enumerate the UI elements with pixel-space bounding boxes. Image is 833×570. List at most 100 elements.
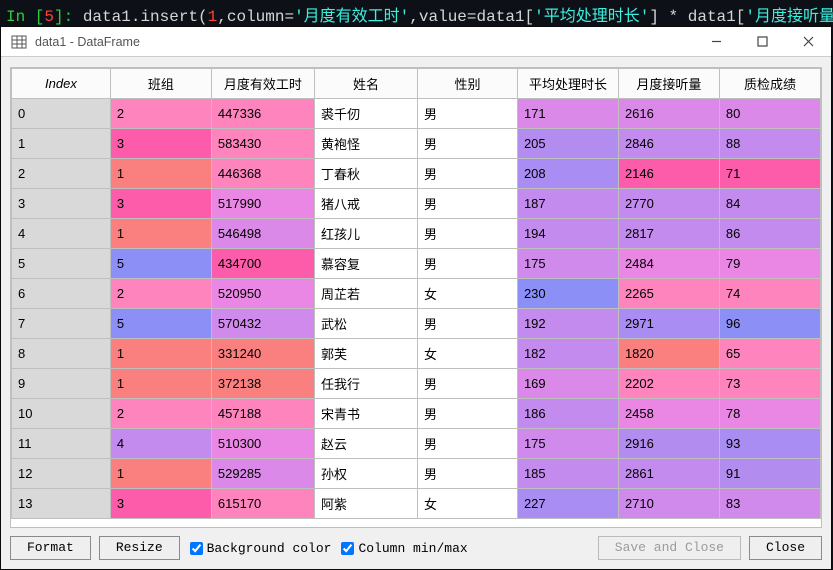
row-index[interactable]: 0 [12,99,111,129]
cell[interactable]: 2770 [618,189,719,219]
cell[interactable]: 2817 [618,219,719,249]
cell[interactable]: 2710 [618,489,719,519]
cell[interactable]: 205 [517,129,618,159]
cell[interactable]: 赵云 [314,429,417,459]
column-minmax-checkbox[interactable]: Column min/max [341,541,467,556]
table-row[interactable]: 55434700慕容复男175248479 [12,249,821,279]
row-index[interactable]: 11 [12,429,111,459]
cell[interactable]: 447336 [211,99,314,129]
cell[interactable]: 2146 [618,159,719,189]
col-header[interactable]: 性别 [418,69,518,99]
table-row[interactable]: 02447336裘千仞男171261680 [12,99,821,129]
table-row[interactable]: 102457188宋青书男186245878 [12,399,821,429]
table-row[interactable]: 121529285孙权男185286191 [12,459,821,489]
cell[interactable]: 517990 [211,189,314,219]
cell[interactable]: 79 [719,249,820,279]
cell[interactable]: 1820 [618,339,719,369]
cell[interactable]: 434700 [211,249,314,279]
cell[interactable]: 男 [418,309,518,339]
cell[interactable]: 武松 [314,309,417,339]
cell[interactable]: 2846 [618,129,719,159]
cell[interactable]: 546498 [211,219,314,249]
cell[interactable]: 男 [418,459,518,489]
titlebar[interactable]: data1 - DataFrame [1,27,831,57]
cell[interactable]: 2916 [618,429,719,459]
cell[interactable]: 男 [418,159,518,189]
cell[interactable]: 5 [110,309,211,339]
cell[interactable]: 2202 [618,369,719,399]
cell[interactable]: 520950 [211,279,314,309]
header-row[interactable]: Index 班组 月度有效工时 姓名 性别 平均处理时长 月度接听量 质检成绩 [12,69,821,99]
cell[interactable]: 丁春秋 [314,159,417,189]
cell[interactable]: 194 [517,219,618,249]
cell[interactable]: 3 [110,129,211,159]
cell[interactable]: 男 [418,399,518,429]
cell[interactable]: 615170 [211,489,314,519]
table-scroll[interactable]: Index 班组 月度有效工时 姓名 性别 平均处理时长 月度接听量 质检成绩 … [11,68,821,527]
cell[interactable]: 185 [517,459,618,489]
row-index[interactable]: 13 [12,489,111,519]
cell[interactable]: 88 [719,129,820,159]
col-header[interactable]: 平均处理时长 [517,69,618,99]
cell[interactable]: 91 [719,459,820,489]
cell[interactable]: 96 [719,309,820,339]
row-index[interactable]: 6 [12,279,111,309]
row-index[interactable]: 10 [12,399,111,429]
table-row[interactable]: 133615170阿紫女227271083 [12,489,821,519]
cell[interactable]: 230 [517,279,618,309]
cell[interactable]: 1 [110,159,211,189]
row-index[interactable]: 12 [12,459,111,489]
row-index[interactable]: 7 [12,309,111,339]
cell[interactable]: 457188 [211,399,314,429]
table-row[interactable]: 62520950周芷若女230226574 [12,279,821,309]
row-index[interactable]: 2 [12,159,111,189]
row-index[interactable]: 5 [12,249,111,279]
cell[interactable]: 男 [418,99,518,129]
cell[interactable]: 169 [517,369,618,399]
row-index[interactable]: 9 [12,369,111,399]
row-index[interactable]: 4 [12,219,111,249]
cell[interactable]: 男 [418,249,518,279]
cell[interactable]: 175 [517,429,618,459]
cell[interactable]: 任我行 [314,369,417,399]
cell[interactable]: 74 [719,279,820,309]
cell[interactable]: 1 [110,369,211,399]
cell[interactable]: 2 [110,279,211,309]
row-index[interactable]: 1 [12,129,111,159]
cell[interactable]: 2861 [618,459,719,489]
cell[interactable]: 4 [110,429,211,459]
cell[interactable]: 裘千仞 [314,99,417,129]
cell[interactable]: 3 [110,489,211,519]
cell[interactable]: 男 [418,189,518,219]
table-row[interactable]: 13583430黄袍怪男205284688 [12,129,821,159]
cell[interactable]: 阿紫 [314,489,417,519]
save-and-close-button[interactable]: Save and Close [598,536,741,560]
col-header[interactable]: 班组 [110,69,211,99]
cell[interactable]: 446368 [211,159,314,189]
minimize-button[interactable] [693,27,739,57]
col-header-index[interactable]: Index [12,69,111,99]
cell[interactable]: 2 [110,99,211,129]
cell[interactable]: 1 [110,339,211,369]
cell[interactable]: 2484 [618,249,719,279]
cell[interactable]: 529285 [211,459,314,489]
cell[interactable]: 男 [418,429,518,459]
cell[interactable]: 慕容复 [314,249,417,279]
cell[interactable]: 78 [719,399,820,429]
table-row[interactable]: 75570432武松男192297196 [12,309,821,339]
cell[interactable]: 372138 [211,369,314,399]
cell[interactable]: 73 [719,369,820,399]
cell[interactable]: 570432 [211,309,314,339]
cell[interactable]: 182 [517,339,618,369]
cell[interactable]: 1 [110,219,211,249]
cell[interactable]: 71 [719,159,820,189]
table-row[interactable]: 114510300赵云男175291693 [12,429,821,459]
cell[interactable]: 208 [517,159,618,189]
column-minmax-input[interactable] [341,542,354,555]
cell[interactable]: 2 [110,399,211,429]
cell[interactable]: 5 [110,249,211,279]
table-row[interactable]: 41546498红孩儿男194281786 [12,219,821,249]
close-button[interactable] [785,27,831,57]
cell[interactable]: 猪八戒 [314,189,417,219]
cell[interactable]: 1 [110,459,211,489]
